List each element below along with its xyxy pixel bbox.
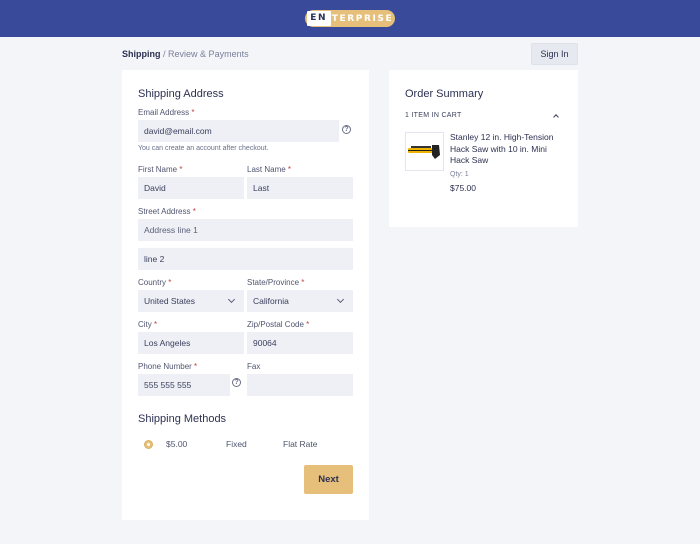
cart-count[interactable]: 1 ITEM IN CART	[405, 112, 462, 119]
zip-field[interactable]: 90064	[247, 332, 353, 354]
hacksaw-image	[408, 145, 440, 159]
enterprise-logo[interactable]: EN TERPRISE	[305, 10, 395, 27]
state-value: California	[253, 296, 289, 306]
shipping-methods-title: Shipping Methods	[138, 413, 227, 425]
method-type: Fixed	[226, 439, 247, 449]
email-label: Email Address *	[138, 108, 195, 117]
country-select[interactable]: United States	[138, 290, 244, 312]
order-summary-title: Order Summary	[405, 88, 484, 100]
last-name-label: Last Name *	[247, 165, 292, 174]
product-thumbnail	[405, 132, 444, 171]
next-button[interactable]: Next	[304, 465, 353, 494]
logo-text: TERPRISE	[331, 13, 394, 24]
street-line2-field[interactable]: line 2	[138, 248, 353, 270]
question-circle-icon[interactable]: ?	[232, 378, 241, 387]
country-label: Country *	[138, 278, 172, 287]
email-field[interactable]: david@email.com	[138, 120, 339, 142]
shipping-address-title: Shipping Address	[138, 88, 224, 100]
breadcrumb-separator: /	[163, 49, 166, 59]
top-header: EN TERPRISE	[0, 0, 700, 37]
breadcrumb-shipping: Shipping	[122, 49, 161, 59]
sign-in-button[interactable]: Sign In	[531, 43, 578, 65]
product-name: Stanley 12 in. High-Tension Hack Saw wit…	[450, 132, 554, 165]
breadcrumb: Shipping / Review & Payments	[122, 49, 249, 59]
breadcrumb-review-payments[interactable]: Review & Payments	[168, 49, 249, 59]
question-circle-icon[interactable]: ?	[342, 125, 351, 134]
state-select[interactable]: California	[247, 290, 353, 312]
fax-label: Fax	[247, 362, 261, 371]
first-name-label: First Name *	[138, 165, 183, 174]
state-label: State/Province *	[247, 278, 305, 287]
method-name: Flat Rate	[283, 439, 318, 449]
city-label: City *	[138, 320, 158, 329]
phone-label: Phone Number *	[138, 362, 198, 371]
country-value: United States	[144, 296, 196, 306]
product-price: $75.00	[450, 183, 476, 193]
phone-field[interactable]: 555 555 555	[138, 374, 230, 396]
city-field[interactable]: Los Angeles	[138, 332, 244, 354]
first-name-field[interactable]: David	[138, 177, 244, 199]
flat-rate-radio[interactable]	[144, 440, 153, 449]
last-name-field[interactable]: Last	[247, 177, 353, 199]
street-line1-field[interactable]: Address line 1	[138, 219, 353, 241]
email-note: You can create an account after checkout…	[138, 145, 269, 152]
fax-field[interactable]	[247, 374, 353, 396]
street-address-label: Street Address *	[138, 207, 196, 216]
zip-label: Zip/Postal Code *	[247, 320, 310, 329]
method-price: $5.00	[166, 439, 188, 449]
logo-highlight: EN	[306, 11, 331, 26]
product-qty: Qty: 1	[450, 171, 469, 178]
